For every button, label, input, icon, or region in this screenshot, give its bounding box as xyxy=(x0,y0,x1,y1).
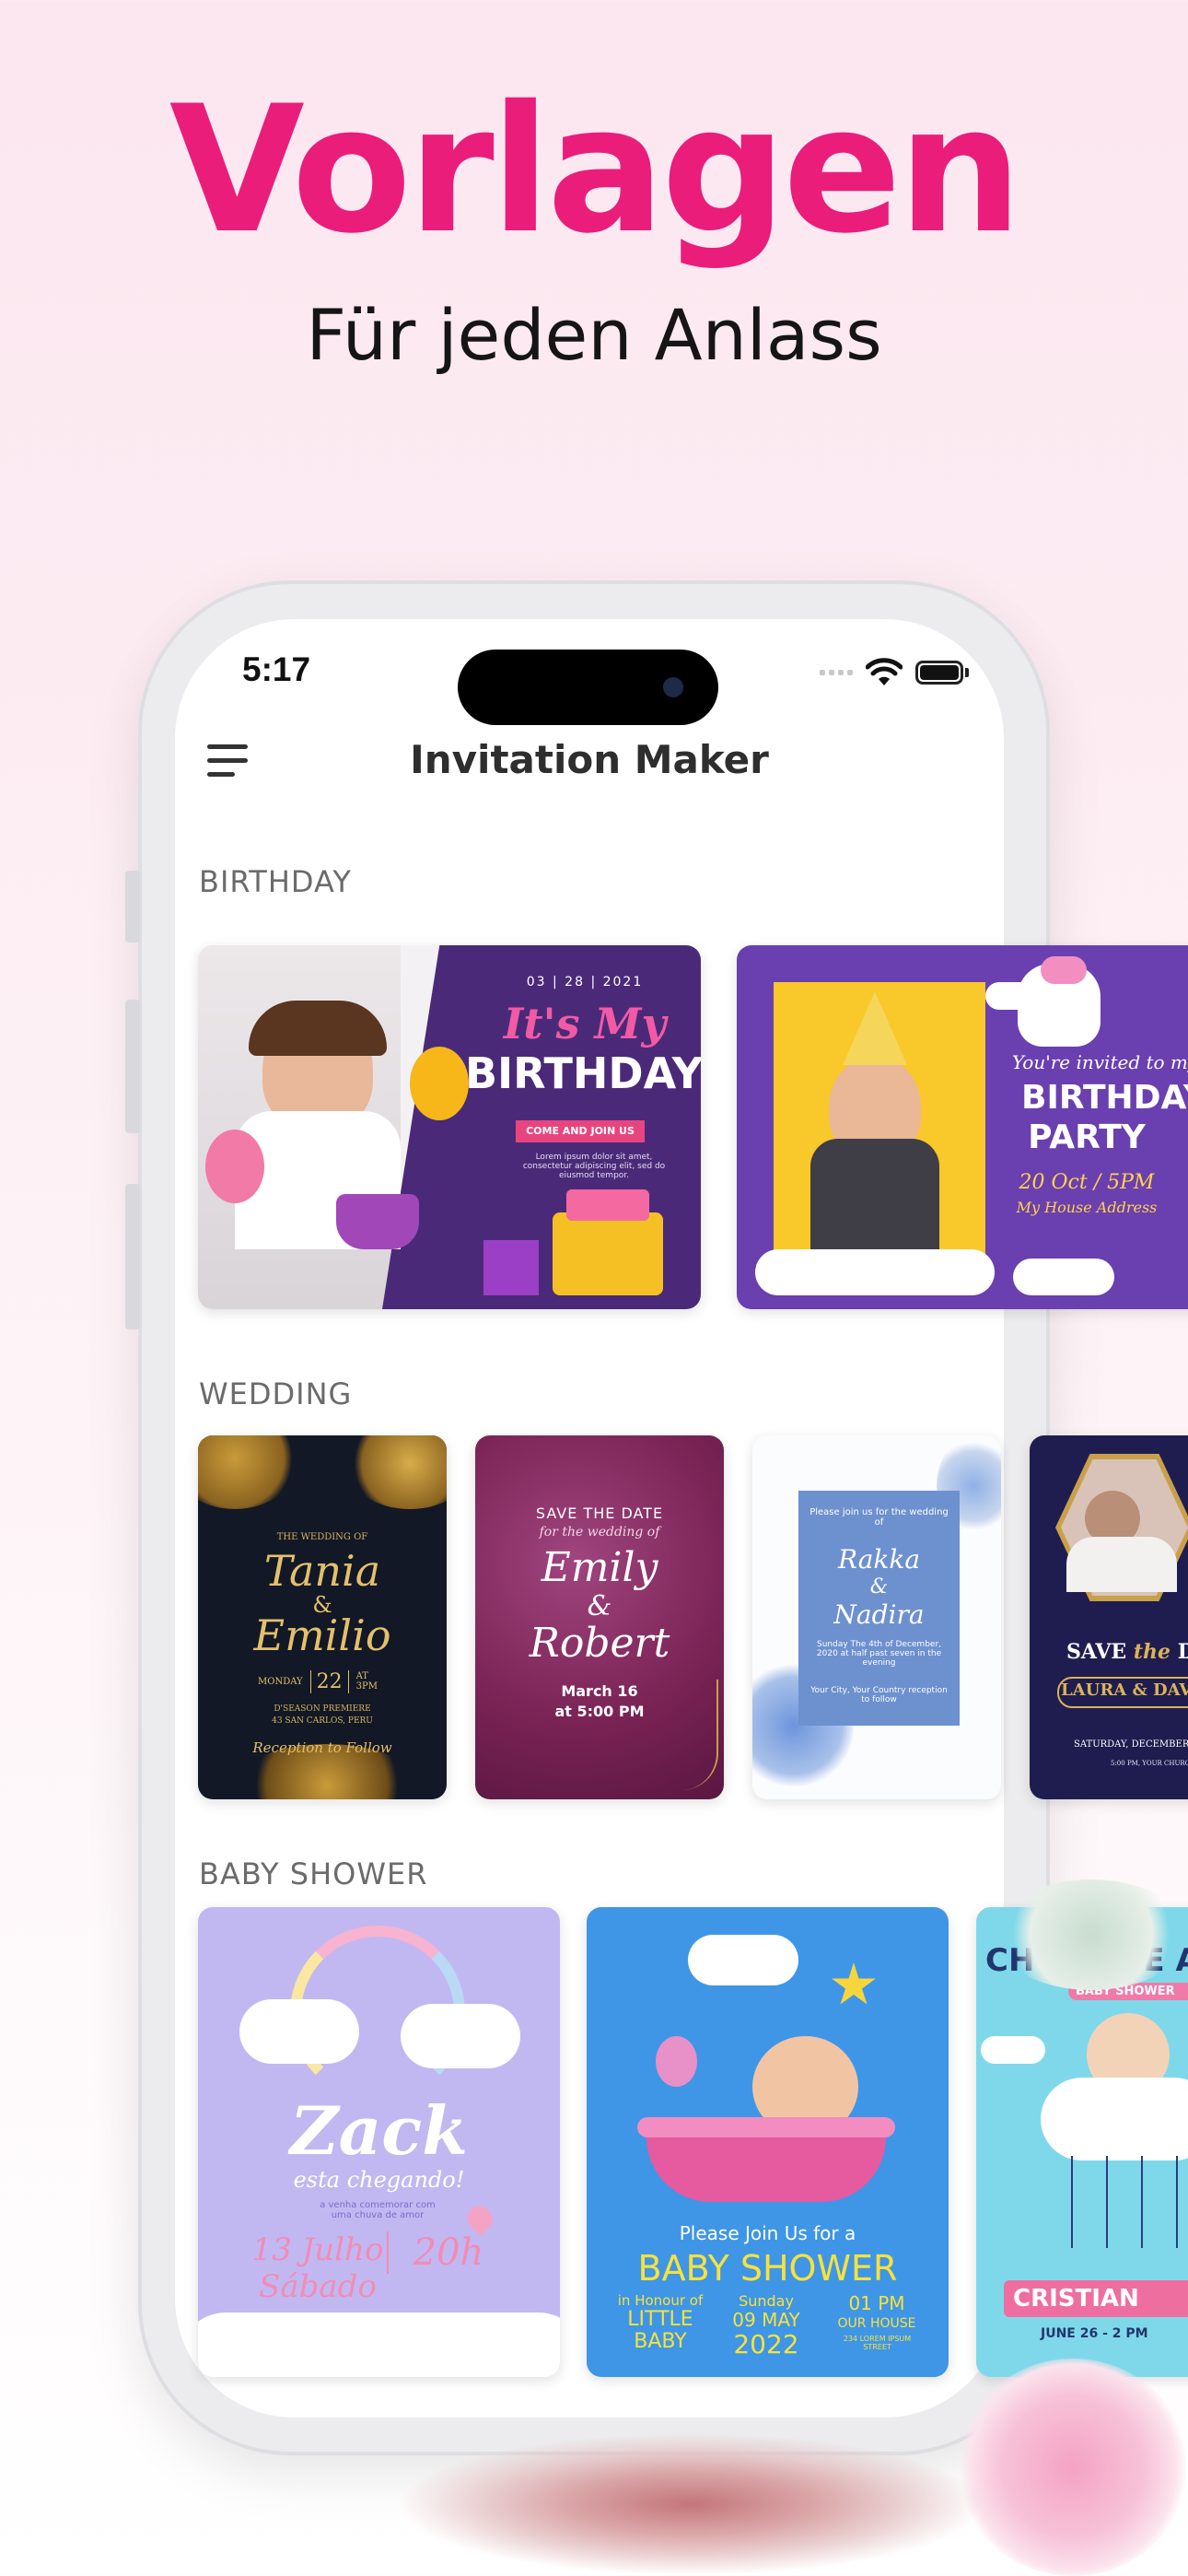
section-title-wedding: WEDDING xyxy=(199,1376,353,1411)
wedding-card-1-venue: D'SEASON PREMIERE xyxy=(274,1704,371,1714)
wedding-card-4-date: SATURDAY, DECEMBER 1 xyxy=(1074,1739,1188,1750)
promo-headline: Vorlagen xyxy=(169,68,1022,272)
baby-card-3-date: JUNE 26 - 2 PM xyxy=(1041,2326,1148,2341)
floral-leaves-decoration xyxy=(995,1879,1188,1990)
baby-card-1[interactable]: Zack esta chegando! a venha comemorar co… xyxy=(198,1907,560,2377)
baby-card-1-time: 20h xyxy=(387,2231,508,2274)
wedding-card-3[interactable]: Please join us for the wedding of Rakka … xyxy=(752,1435,1001,1799)
wedding-card-2[interactable]: SAVE THE DATE for the wedding of Emily &… xyxy=(475,1435,724,1799)
section-title-birthday: BIRTHDAY xyxy=(199,864,352,899)
wedding-card-1-top: THE WEDDING OF xyxy=(276,1532,368,1542)
app-title: Invitation Maker xyxy=(410,737,769,782)
promo-subline: Für jeden Anlass xyxy=(306,294,882,376)
phone-volume-up xyxy=(125,1000,140,1133)
baby-card-2-time: 01 PM xyxy=(848,2292,905,2314)
status-time: 5:17 xyxy=(242,650,311,688)
baby-card-2-year: 2022 xyxy=(733,2329,799,2359)
wedding-card-3-name1: Rakka xyxy=(837,1544,921,1575)
birthday-card-1-body: Lorem ipsum dolor sit amet, consectetur … xyxy=(522,1153,666,1180)
wedding-card-4-the: the xyxy=(1133,1640,1171,1664)
wedding-card-3-place: Your City, Your Country reception to fol… xyxy=(810,1686,948,1704)
wedding-card-1-footer: Reception to Follow xyxy=(252,1739,392,1756)
birthday-card-1-line1: It's My xyxy=(503,999,667,1048)
baby-card-1-name: Zack xyxy=(290,2091,468,2170)
wedding-card-4-day: DA xyxy=(1177,1640,1188,1664)
battery-icon xyxy=(915,661,963,685)
baby-card-2-title: BABY SHOWER xyxy=(637,2248,898,2289)
baby-card-3-name: CRISTIAN xyxy=(1013,2285,1139,2313)
birthday-card-1-date: 03 | 28 | 2021 xyxy=(526,975,644,989)
battery-tip xyxy=(965,668,969,677)
floral-rose-decoration xyxy=(958,2359,1188,2576)
birthday-card-1-button: COME AND JOIN US xyxy=(516,1120,645,1142)
wedding-card-1-name2: Emilio xyxy=(253,1610,391,1660)
baby-card-2-honoree: LITTLE BABY xyxy=(627,2308,693,2353)
baby-card-2-street: 234 LOREM IPSUM STREET xyxy=(843,2335,912,2351)
dynamic-island xyxy=(458,650,718,725)
phone-mute-switch xyxy=(125,871,140,943)
baby-card-1-sub: a venha comemorar com uma chuva de amor xyxy=(320,2200,436,2220)
wedding-card-1-num: 22 xyxy=(309,1669,349,1693)
birthday-card-2-date: 20 Oct / 5PM xyxy=(1019,1171,1155,1194)
phone-volume-down xyxy=(125,1184,140,1329)
wedding-card-4-save: SAVE xyxy=(1066,1640,1127,1664)
baby-card-2-date: 09 MAY xyxy=(732,2309,800,2331)
status-icons xyxy=(820,654,969,691)
wifi-icon xyxy=(866,658,903,685)
birthday-card-2[interactable]: You're invited to my BIRTHDAY PARTY 20 O… xyxy=(737,945,1188,1309)
birthday-card-2-intro: You're invited to my xyxy=(1011,1051,1188,1073)
section-title-baby-shower: BABY SHOWER xyxy=(199,1856,428,1891)
wedding-card-1-day: MONDAY xyxy=(258,1676,303,1687)
baby-card-2-place: OUR HOUSE xyxy=(837,2316,916,2331)
birthday-card-2-line1: BIRTHDAY xyxy=(1021,1079,1188,1117)
front-camera xyxy=(663,677,683,697)
wedding-card-2-top: SAVE THE DATE xyxy=(535,1505,664,1522)
baby-card-1-line: esta chegando! xyxy=(293,2167,465,2193)
wedding-card-1-name1: Tania xyxy=(263,1546,381,1596)
wedding-card-1-city: 43 SAN CARLOS, PERU xyxy=(272,1716,373,1726)
wedding-card-2-name2: Robert xyxy=(529,1620,670,1667)
baby-card-1-date: 13 Julho Sábado xyxy=(251,2231,384,2305)
floral-bouquet-decoration xyxy=(396,2432,985,2576)
wedding-card-2-sub: for the wedding of xyxy=(539,1525,660,1540)
wedding-card-4[interactable]: SAVE the DA LAURA & DAV SATURDAY, DECEMB… xyxy=(1030,1435,1188,1799)
wedding-card-3-top: Please join us for the wedding of xyxy=(809,1507,949,1528)
baby-card-2[interactable]: Please Join Us for a BABY SHOWER in Hono… xyxy=(587,1907,949,2377)
wedding-card-1[interactable]: THE WEDDING OF Tania & Emilio MONDAY 22 … xyxy=(198,1435,447,1799)
baby-card-2-intro: Please Join Us for a xyxy=(679,2222,856,2244)
birthday-card-1-line2: BIRTHDAY xyxy=(465,1048,701,1098)
wedding-card-4-names: LAURA & DAV xyxy=(1061,1680,1188,1700)
baby-card-2-honour: in Honour of xyxy=(617,2292,704,2309)
baby-card-2-day: Sunday xyxy=(739,2292,794,2310)
wedding-card-4-time: 5:00 PM, YOUR CHURCH xyxy=(1111,1760,1188,1767)
wedding-card-2-amp: & xyxy=(587,1590,612,1622)
wedding-card-1-time: AT 3PM xyxy=(355,1671,378,1692)
wedding-card-3-name2: Nadira xyxy=(833,1599,925,1630)
birthday-card-2-address: My House Address xyxy=(1016,1199,1158,1216)
wedding-card-3-date: Sunday The 4th of December, 2020 at half… xyxy=(816,1640,942,1668)
birthday-card-1[interactable]: 03 | 28 | 2021 It's My BIRTHDAY COME AND… xyxy=(198,945,701,1309)
cellular-signal-icon xyxy=(820,670,853,675)
wedding-card-3-amp: & xyxy=(869,1575,889,1598)
wedding-card-2-name1: Emily xyxy=(541,1544,658,1591)
birthday-card-2-line2: PARTY xyxy=(1028,1118,1146,1156)
